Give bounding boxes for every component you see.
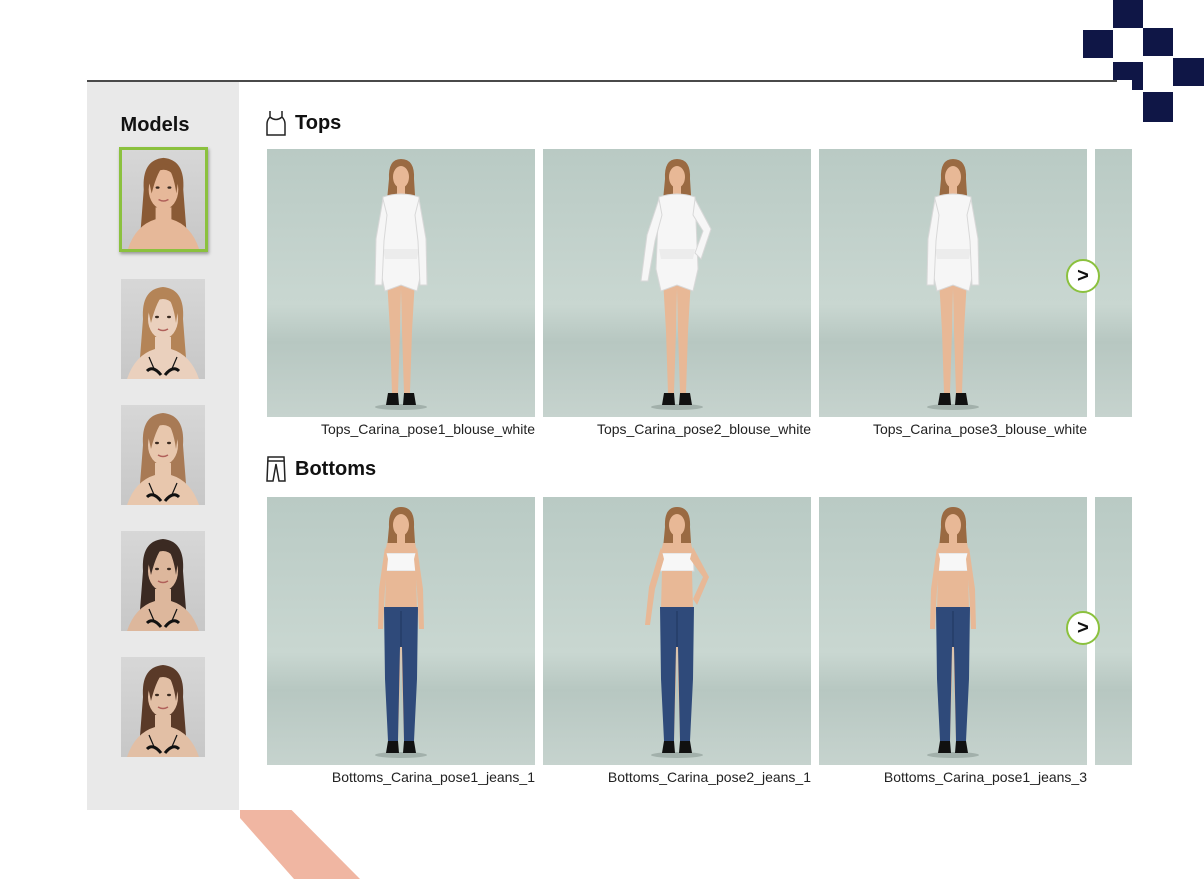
- tops-section-title: Tops: [295, 111, 342, 134]
- model-portrait: [127, 287, 199, 379]
- model-thumbnail-5[interactable]: [121, 657, 205, 757]
- bottoms-item-label-2: Bottoms_Carina_pose2_jeans_1: [607, 769, 811, 785]
- bottoms-section-header: Bottoms: [265, 454, 376, 484]
- tops-section-header: Tops: [265, 108, 341, 138]
- bottoms-item-label-1: Bottoms_Carina_pose1_jeans_1: [331, 769, 535, 785]
- bottoms-item-card-1[interactable]: [267, 497, 535, 765]
- tops-item-label-1: Tops_Carina_pose1_blouse_white: [320, 421, 535, 437]
- models-sidebar: Models: [87, 82, 239, 810]
- jeans-icon: [266, 456, 286, 482]
- bottoms-item-card-partial[interactable]: [1095, 497, 1132, 765]
- tops-item-label-2: Tops_Carina_pose2_blouse_white: [596, 421, 811, 437]
- model-portrait: [127, 413, 199, 505]
- app-window: Models Tops Tops_Carina_pose1_blouse_whi…: [87, 80, 1132, 810]
- model-portrait: [127, 665, 199, 757]
- bottoms-item-card-3[interactable]: [819, 497, 1087, 765]
- tops-item-card-3[interactable]: [819, 149, 1087, 417]
- tops-item-card-2[interactable]: [543, 149, 811, 417]
- tops-next-button[interactable]: >: [1066, 259, 1100, 293]
- top-border-line: [87, 80, 1117, 82]
- bottoms-next-button[interactable]: >: [1066, 611, 1100, 645]
- tops-item-card-partial[interactable]: [1095, 149, 1132, 417]
- bottoms-item-label-3: Bottoms_Carina_pose1_jeans_3: [883, 769, 1087, 785]
- garment-photo: [375, 507, 427, 758]
- tank-top-icon: [266, 111, 286, 136]
- model-figure: [645, 507, 709, 758]
- garment-photo: [927, 507, 979, 758]
- bottoms-item-card-2[interactable]: [543, 497, 811, 765]
- model-thumbnail-3[interactable]: [121, 405, 205, 505]
- model-figure: [927, 507, 979, 758]
- model-figure: [640, 159, 712, 410]
- bottoms-section-title: Bottoms: [295, 457, 377, 480]
- model-figure: [374, 159, 428, 410]
- tops-item-label-3: Tops_Carina_pose3_blouse_white: [872, 421, 1087, 437]
- tops-item-card-1[interactable]: [267, 149, 535, 417]
- model-figure: [926, 159, 980, 410]
- model-thumbnail-1[interactable]: [119, 147, 208, 252]
- model-portrait: [127, 539, 199, 631]
- garment-photo: [374, 159, 428, 410]
- model-thumbnail-2[interactable]: [121, 279, 205, 379]
- model-thumbnail-4[interactable]: [121, 531, 205, 631]
- garment-photo: [926, 159, 980, 410]
- garment-photo: [640, 159, 712, 410]
- sidebar-title: Models: [120, 114, 190, 136]
- garment-photo: [645, 507, 709, 758]
- model-portrait: [127, 157, 200, 249]
- model-figure: [375, 507, 427, 758]
